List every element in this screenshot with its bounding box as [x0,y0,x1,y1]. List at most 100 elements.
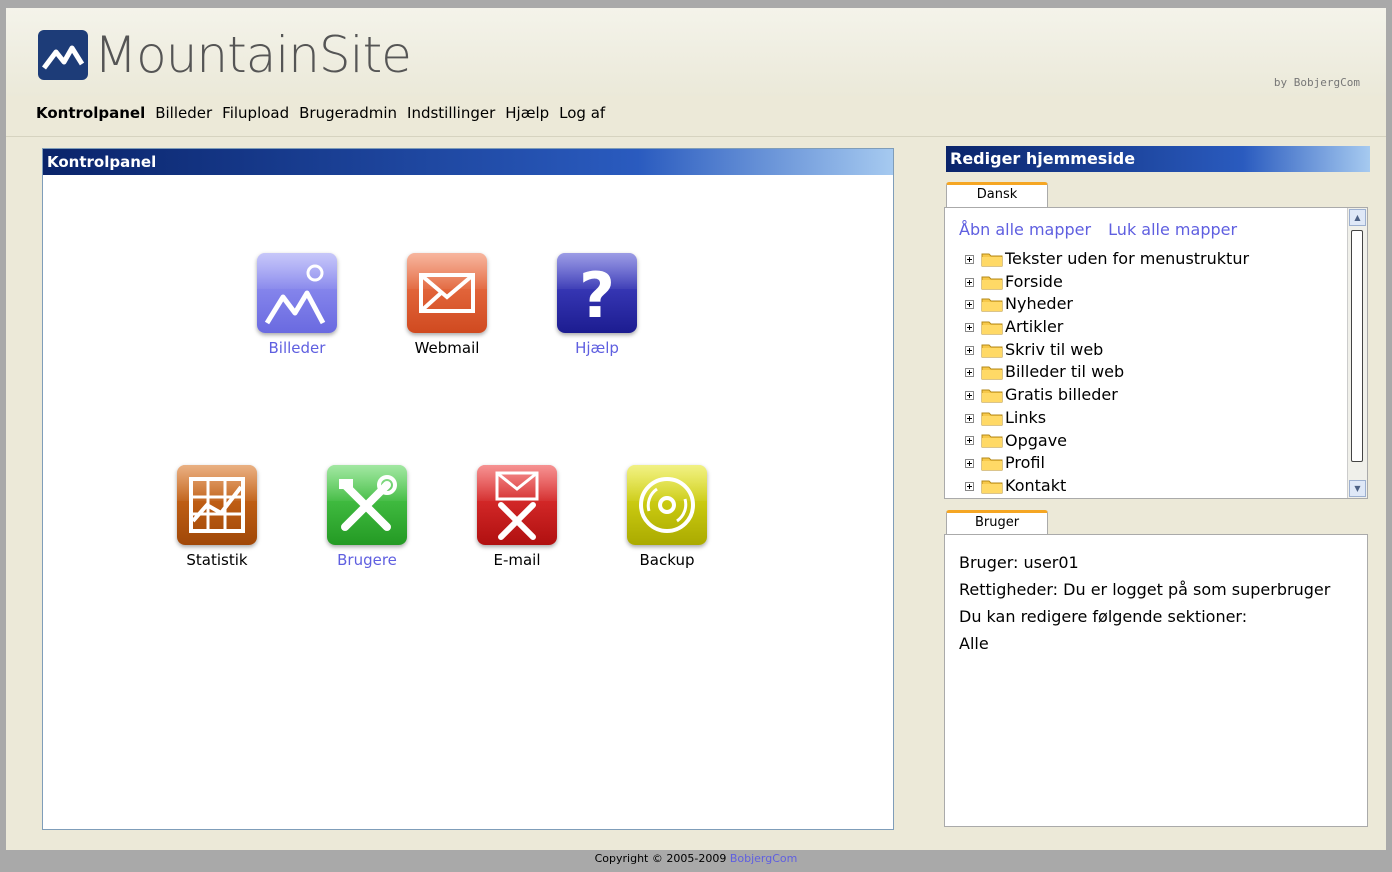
user-info-box: Bruger: user01 Rettigheder: Du er logget… [944,534,1368,827]
tree-item[interactable]: Opgave [965,430,1249,453]
folder-tree: Tekster uden for menustruktur Forside Nyhe… [965,248,1249,498]
tile-billeder[interactable]: Billeder [237,253,357,357]
folder-icon [981,344,1003,358]
editable-sections-value: Alle [959,634,989,653]
app-title: MountainSite [94,26,412,84]
tile-hjaelp-label[interactable]: Hjælp [537,339,657,357]
control-panel-title: Kontrolpanel [43,149,893,175]
tree-actions: Åbn alle mapper Luk alle mapper [959,220,1249,239]
expand-icon[interactable] [965,481,974,491]
tree-item-label: Forside [1005,271,1063,291]
close-all-folders-link[interactable]: Luk alle mapper [1108,220,1237,239]
expand-icon[interactable] [965,368,974,378]
scroll-thumb[interactable] [1351,230,1363,462]
tree-item-label: Opgave [1005,430,1068,450]
tools-icon [327,465,407,545]
footer: Copyright © 2005-2009 BobjergCom [0,852,1392,865]
disc-icon [627,465,707,545]
scroll-up-icon[interactable]: ▲ [1349,209,1366,226]
images-icon [257,253,337,333]
tile-brugere[interactable]: Brugere [307,465,427,569]
tile-hjaelp[interactable]: ? Hjælp [537,253,657,357]
tile-billeder-label[interactable]: Billeder [237,339,357,357]
tree-item[interactable]: Forside [965,271,1249,294]
tree-item-label: Profil [1005,453,1045,473]
tree-item[interactable]: Tekster uden for menustruktur [965,248,1249,271]
tree-item[interactable]: Billeder til web [965,361,1249,384]
tile-brugere-label[interactable]: Brugere [307,551,427,569]
nav-brugeradmin[interactable]: Brugeradmin [299,104,397,122]
header: MountainSite by BobjergCom [6,8,1386,96]
editable-sections-label: Du kan redigere følgende sektioner: [959,607,1248,626]
email-tools-icon [477,465,557,545]
statistics-icon [177,465,257,545]
tree-item-label: Gratis billeder [1005,385,1118,405]
open-all-folders-link[interactable]: Åbn alle mapper [959,220,1091,239]
expand-icon[interactable] [965,345,974,355]
help-icon: ? [557,253,637,333]
folder-icon [981,412,1003,426]
folder-tree-box: Åbn alle mapper Luk alle mapper Tekster … [944,207,1368,499]
tree-item-label: Billeder til web [1005,362,1125,382]
folder-icon [981,457,1003,471]
tile-statistik-label[interactable]: Statistik [157,551,277,569]
expand-icon[interactable] [965,459,974,469]
tile-email-label[interactable]: E-mail [457,551,577,569]
tab-dansk[interactable]: Dansk [946,182,1048,208]
tab-bruger[interactable]: Bruger [946,510,1048,536]
user-name: Bruger: user01 [959,553,1079,572]
tree-item-label: Kontakt [1005,475,1067,495]
folder-icon [981,298,1003,312]
user-rights: Rettigheder: Du er logget på som superbr… [959,580,1331,599]
user-info: Bruger: user01 Rettigheder: Du er logget… [959,549,1330,657]
expand-icon[interactable] [965,254,974,264]
folder-icon [981,389,1003,403]
expand-icon[interactable] [965,390,974,400]
nav-billeder[interactable]: Billeder [155,104,212,122]
folder-icon [981,253,1003,267]
expand-icon[interactable] [965,322,974,332]
tree-item-label: Tekster uden for menustruktur [1005,249,1250,268]
tree-item-label: Nyheder [1005,294,1073,314]
tile-statistik[interactable]: Statistik [157,465,277,569]
expand-icon[interactable] [965,277,974,287]
scroll-down-icon[interactable]: ▼ [1349,480,1366,497]
svg-text:?: ? [579,259,615,332]
edit-site-title: Rediger hjemmeside [946,146,1370,172]
nav-hjaelp[interactable]: Hjælp [505,104,549,122]
tree-item[interactable]: Skriv til web [965,339,1249,362]
expand-icon[interactable] [965,300,974,310]
nav-filupload[interactable]: Filupload [222,104,289,122]
folder-icon [981,480,1003,494]
nav-kontrolpanel[interactable]: Kontrolpanel [36,104,145,122]
main-nav: Kontrolpanel Billeder Filupload Brugerad… [36,104,615,122]
tree-item[interactable]: Gratis billeder [965,384,1249,407]
tree-item[interactable]: Profil [965,452,1249,475]
company-link[interactable]: BobjergCom [730,852,798,865]
tree-item-label: Artikler [1005,317,1064,337]
nav-indstillinger[interactable]: Indstillinger [407,104,495,122]
mountain-logo-icon [38,30,88,80]
tree-item-label: Links [1005,407,1047,427]
tile-webmail[interactable]: Webmail [387,253,507,357]
tile-webmail-label[interactable]: Webmail [387,339,507,357]
folder-icon [981,366,1003,380]
logo: MountainSite [38,26,412,84]
control-panel: Kontrolpanel Billeder Webmail ? Hjælp St… [42,148,894,830]
folder-icon [981,321,1003,335]
folder-icon [981,434,1003,448]
tile-email[interactable]: E-mail [457,465,577,569]
tree-item[interactable]: Kontakt [965,475,1249,498]
tree-item[interactable]: Artikler [965,316,1249,339]
tree-item[interactable]: Links [965,407,1249,430]
tile-backup-label[interactable]: Backup [607,551,727,569]
expand-icon[interactable] [965,436,974,446]
tree-item[interactable]: Nyheder [965,293,1249,316]
tile-backup[interactable]: Backup [607,465,727,569]
tree-scrollbar[interactable]: ▲ ▼ [1347,208,1367,498]
nav-log-af[interactable]: Log af [559,104,605,122]
folder-icon [981,276,1003,290]
envelope-icon [407,253,487,333]
expand-icon[interactable] [965,413,974,423]
tree-item-label: Skriv til web [1005,339,1104,359]
